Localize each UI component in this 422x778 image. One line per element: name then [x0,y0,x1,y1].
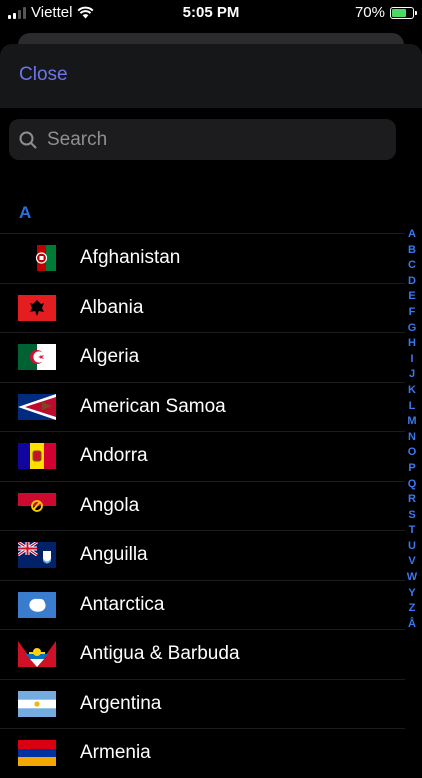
close-button[interactable]: Close [19,64,68,86]
angola-flag-icon [18,492,56,519]
country-name: Argentina [80,692,162,714]
index-letter[interactable]: I [410,352,413,368]
index-letter[interactable]: J [409,367,415,383]
index-letter[interactable]: Z [409,601,416,617]
index-letter[interactable]: H [408,336,416,352]
index-letter[interactable]: K [408,383,416,399]
country-name: Albania [80,296,144,318]
country-row[interactable]: American Samoa [0,381,405,432]
index-letter[interactable]: T [409,523,416,539]
search-icon [19,131,37,148]
argentina-flag-icon [18,690,56,717]
country-row[interactable]: Algeria [0,332,405,382]
search-input[interactable] [45,127,379,152]
armenia-flag-icon [18,740,56,766]
index-letter[interactable]: W [407,570,417,586]
index-letter[interactable]: V [408,554,415,570]
index-letter[interactable]: R [408,492,416,508]
country-row[interactable]: Armenia [0,728,405,778]
index-letter[interactable]: Y [408,586,415,602]
index-letter[interactable]: N [408,430,416,446]
country-row[interactable]: Anguilla [0,530,405,580]
index-letter[interactable]: S [408,508,415,524]
section-index[interactable]: ABCDEFGHIJKLMNOPQRSTUVWYZÅ [405,227,419,632]
sheet-header: Close [0,44,422,108]
country-name: Antarctica [80,593,165,615]
country-row[interactable]: Angola [0,480,405,531]
index-letter[interactable]: Q [408,477,417,493]
index-letter[interactable]: D [408,274,416,290]
index-letter[interactable]: M [407,414,416,430]
battery-icon [390,6,417,19]
index-letter[interactable]: A [408,227,416,243]
country-name: Afghanistan [80,247,181,268]
index-letter[interactable]: F [409,305,416,321]
index-letter[interactable]: U [408,539,416,555]
index-letter[interactable]: O [408,445,417,461]
country-name: American Samoa [80,395,226,417]
country-row[interactable]: Argentina [0,678,405,729]
index-letter[interactable]: C [408,258,416,274]
algeria-flag-icon [18,344,56,370]
index-letter[interactable]: P [408,461,415,477]
section-header: A [19,203,32,222]
country-name: Angola [80,494,140,516]
country-name: Algeria [80,346,140,367]
antigua-barbuda-flag-icon [18,641,56,667]
andorra-flag-icon [18,443,56,469]
country-name: Antigua & Barbuda [80,643,240,664]
search-bar[interactable] [9,119,396,160]
index-letter[interactable]: E [408,289,415,305]
albania-flag-icon [18,294,56,321]
country-row[interactable]: Antarctica [0,579,405,630]
status-bar: Viettel 5:05 PM 70% [0,0,422,26]
country-row[interactable]: Andorra [0,431,405,481]
country-list: Afghanistan Albania Algeria American Sam… [0,233,405,778]
index-letter[interactable]: G [408,321,417,337]
american-samoa-flag-icon [18,393,56,420]
afghanistan-flag-icon [27,245,56,271]
antarctica-flag-icon [18,591,56,618]
battery-percent: 70% [354,4,385,21]
country-row[interactable]: Antigua & Barbuda [0,629,405,679]
index-letter[interactable]: B [408,243,416,259]
country-name: Andorra [80,445,148,466]
country-name: Anguilla [80,544,148,565]
index-letter[interactable]: L [409,399,416,415]
anguilla-flag-icon [18,542,56,568]
country-row[interactable]: Afghanistan [0,233,405,283]
country-name: Armenia [80,742,151,763]
country-row[interactable]: Albania [0,282,405,333]
index-letter[interactable]: Å [408,617,416,633]
